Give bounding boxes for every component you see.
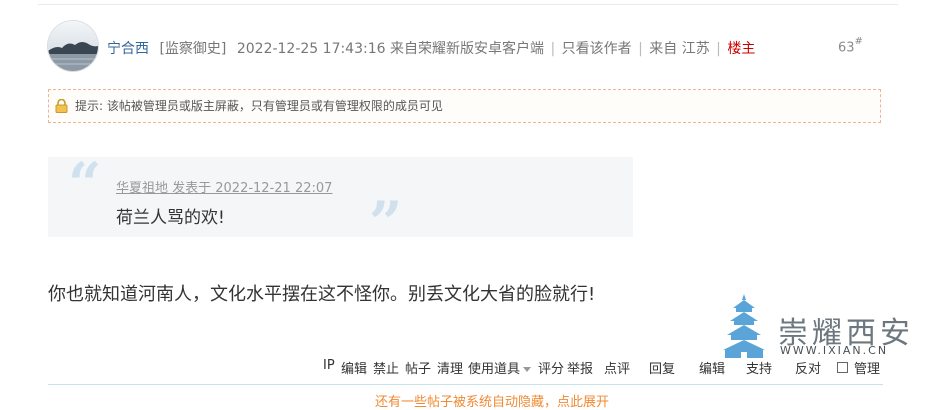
author-link[interactable]: 宁合西: [107, 41, 149, 57]
manage-checkbox[interactable]: [837, 362, 848, 373]
post-location: 来自 江苏: [649, 41, 710, 57]
lock-icon: [55, 99, 68, 113]
only-author-link[interactable]: 只看该作者: [562, 41, 632, 57]
manage-control: 管理: [837, 358, 880, 377]
oppose-link[interactable]: 反对: [795, 358, 821, 377]
edit-link[interactable]: 编辑: [699, 358, 725, 377]
quote-open-mark: “: [68, 150, 102, 218]
use-item-dropdown[interactable]: 使用道具: [468, 358, 532, 377]
user-rank: [监察御史]: [159, 41, 227, 57]
separator: |: [638, 41, 643, 57]
post-body: 你也就知道河南人，文化水平摆在这不怪你。别丢文化大省的脸就行!: [48, 284, 596, 305]
review-link[interactable]: 点评: [604, 358, 630, 377]
separator: |: [716, 41, 721, 57]
top-divider: [38, 4, 898, 5]
manage-label: 管理: [854, 362, 881, 377]
post-meta: 宁合西 [监察御史] 2022-12-25 17:43:16 来自荣耀新版安卓客…: [107, 38, 755, 58]
post-client: 来自荣耀新版安卓客户端: [390, 41, 544, 57]
use-item-label: 使用道具: [468, 362, 521, 377]
separator: |: [550, 41, 556, 57]
reply-link[interactable]: 回复: [649, 358, 675, 377]
pagoda-logo: [723, 294, 765, 358]
floor-number[interactable]: 63#: [838, 36, 863, 56]
post-timestamp: 2022-12-25 17:43:16: [236, 41, 386, 57]
chevron-down-icon: [523, 367, 532, 372]
support-link[interactable]: 支持: [746, 358, 772, 377]
floor-hash: #: [854, 36, 863, 47]
clear-link[interactable]: 清理: [437, 358, 463, 377]
posts-link[interactable]: 帖子: [405, 358, 431, 377]
notice-text: 提示: 该帖被管理员或版主屏蔽，只有管理员或有管理权限的成员可见: [75, 99, 443, 113]
quote-header[interactable]: 华夏祖地 发表于 2022-12-21 22:07: [116, 177, 332, 196]
post-action-bar: IP 编辑 禁止 帖子 清理 使用道具 评分 举报 点评 回复 编辑 支持 反对…: [0, 358, 936, 377]
rate-link[interactable]: 评分: [538, 358, 564, 377]
report-link[interactable]: 举报: [567, 358, 593, 377]
watermark-url: WWW.IXIAN.CN: [780, 344, 889, 357]
bottom-divider: [48, 384, 883, 385]
quote-close-mark: ”: [369, 189, 403, 257]
avatar[interactable]: [48, 21, 98, 71]
ip-link[interactable]: IP: [323, 358, 335, 373]
quote-block: “ 华夏祖地 发表于 2022-12-21 22:07 荷兰人骂的欢! ”: [48, 150, 633, 252]
quote-text: 荷兰人骂的欢!: [116, 208, 225, 228]
owner-badge: 楼主: [727, 41, 756, 57]
floor-number-value: 63: [838, 40, 855, 56]
edit-admin-link[interactable]: 编辑: [341, 358, 367, 377]
ban-link[interactable]: 禁止: [373, 358, 399, 377]
hidden-post-notice: 提示: 该帖被管理员或版主屏蔽，只有管理员或有管理权限的成员可见: [48, 89, 881, 123]
